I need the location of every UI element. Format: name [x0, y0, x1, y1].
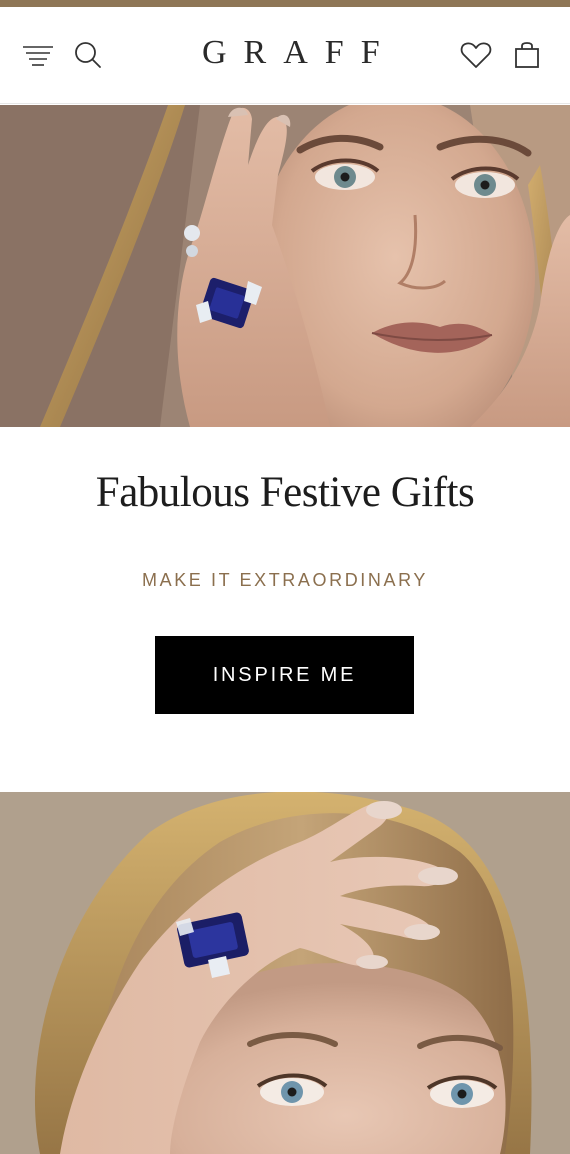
search-button[interactable]	[68, 35, 108, 75]
hero-image-2-art	[0, 792, 570, 1154]
promo-title: Fabulous Festive Gifts	[95, 469, 475, 516]
menu-icon	[21, 42, 55, 68]
menu-button[interactable]	[18, 35, 58, 75]
inspire-me-button[interactable]: INSPIRE ME	[155, 636, 414, 714]
shopping-bag-button[interactable]	[507, 35, 547, 75]
hero-image-model-portrait[interactable]	[0, 105, 570, 427]
shopping-bag-icon	[513, 41, 541, 69]
top-accent-strip	[0, 0, 570, 7]
hero-image-1-art	[0, 105, 570, 427]
promo-section: Fabulous Festive Gifts MAKE IT EXTRAORDI…	[0, 427, 570, 792]
hero-image-ring-on-hand[interactable]	[0, 792, 570, 1154]
brand-logo[interactable]: GRAFF	[185, 36, 385, 70]
search-icon	[73, 40, 103, 70]
heart-icon	[460, 41, 492, 69]
site-header: GRAFF	[0, 7, 570, 104]
promo-subtitle: MAKE IT EXTRAORDINARY	[142, 570, 428, 590]
wishlist-button[interactable]	[456, 35, 496, 75]
